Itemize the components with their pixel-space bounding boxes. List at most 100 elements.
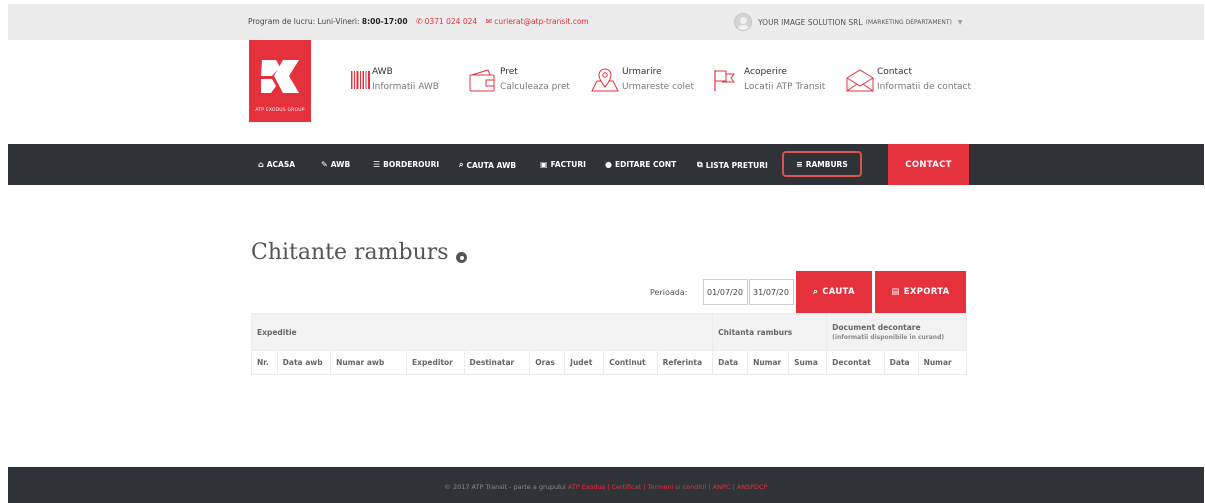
header-item-subtitle: Locatii ATP Transit [744,82,826,92]
search-button[interactable]: ⌕ CAUTA [796,271,872,313]
group-header-expeditie: Expeditie [250,313,714,351]
column-header-nr[interactable]: Nr. [251,350,278,375]
header-item-subtitle: Urmareste colet [622,82,695,92]
header-item-title: Acoperire [744,67,787,77]
header-item-title: Contact [877,67,913,77]
header-item-subtitle: Informatii de contact [877,82,972,92]
column-header-referinta[interactable]: Referinta [656,350,714,375]
avatar [734,13,752,31]
header-item-acoperire[interactable]: Acoperire Locatii ATP Transit [712,65,827,99]
nav-item-cauta-awb[interactable]: ⌕ CAUTA AWB [459,160,516,170]
footer-link-termeni[interactable]: Termeni si conditii [648,483,707,491]
main-nav: ⌂ ACASA ✎ AWB ☰ BORDEROURI ⌕ CAUTA AWB ▣ FACT… [8,144,1204,185]
header-item-pret[interactable]: Pret Calculeaza pret [468,65,578,99]
header-item-awb[interactable]: AWB Informatii AWB [350,65,460,99]
phone-icon: ✆ [415,17,423,26]
search-icon: ⌕ [459,160,464,169]
search-icon: ⌕ [813,287,819,297]
save-icon: ▤ [891,287,900,297]
footer-link-atp-exodus[interactable]: ATP Exodus [568,483,605,491]
pencil-icon: ✎ [321,160,328,169]
nav-item-label: AWB [330,160,351,169]
ramburs-table: Expeditie Chitanta ramburs Document deco… [250,313,968,375]
footer-copyright: © 2017 ATP Transit - parte a grupului [444,483,568,491]
header-item-urmarire[interactable]: Urmarire Urmareste colet [590,65,700,99]
info-icon[interactable] [456,252,467,263]
nav-item-label: EDITARE CONT [614,160,677,169]
group-header-document: Document decontare (informatii disponibi… [826,313,967,351]
invoice-icon: ▣ [540,160,548,169]
working-hours-label: Program de lucru: Luni-Vineri: [248,17,362,26]
group-header-document-label: Document decontare [832,323,921,332]
export-button-label: EXPORTA [903,287,950,297]
column-header-expeditor[interactable]: Expeditor [406,350,465,375]
footer-text: © 2017 ATP Transit - parte a grupului AT… [8,483,1204,491]
nav-item-borderouri[interactable]: ☰ BORDEROURI [373,160,439,169]
column-header-chitanta-data[interactable]: Data [712,350,749,375]
nav-item-label: LISTA PRETURI [705,160,768,170]
footer-link-anpc[interactable]: ANPC [713,483,731,491]
nav-item-label: BORDEROURI [383,160,440,169]
user-name: YOUR IMAGE SOLUTION SRL [758,17,863,27]
nav-item-label: ACASA [266,160,296,169]
column-header-data-awb[interactable]: Data awb [276,350,332,375]
column-header-judet[interactable]: Judet [564,350,605,375]
menu-icon: ≡ [796,159,803,169]
chevron-down-icon: ▼ [957,18,963,26]
user-menu[interactable]: YOUR IMAGE SOLUTION SRL (MARKETING DEPAR… [734,12,962,32]
external-link-icon: ⧉ [697,160,703,169]
flag-icon [714,70,735,91]
footer-link-anspdcp[interactable]: ANSPDCP [737,483,768,491]
nav-item-label: CAUTA AWB [466,160,517,170]
brand-logo[interactable]: ATP EXODUS GROUP [249,40,311,122]
column-header-destinatar[interactable]: Destinatar [463,350,531,375]
header-item-title: Urmarire [622,67,662,77]
export-button[interactable]: ▤ EXPORTA [875,271,966,313]
header-item-subtitle: Calculeaza pret [500,82,570,92]
date-to-input[interactable] [749,279,794,305]
column-header-numar-awb[interactable]: Numar awb [330,350,408,375]
header-item-title: AWB [372,67,393,77]
search-button-label: CAUTA [822,287,855,297]
nav-item-ramburs[interactable]: ≡ RAMBURS [782,151,862,177]
column-header-document-data[interactable]: Data [883,350,919,375]
working-hours-value: 8:00-17:00 [361,17,408,26]
nav-item-facturi[interactable]: ▣ FACTURI [540,160,586,169]
group-header-document-note: (informatii disponibile in curand) [832,334,945,341]
header-item-subtitle: Informatii AWB [372,82,439,92]
contact-info: Program de lucru: Luni-Vineri: 8:00-17:0… [248,17,589,26]
column-header-continut[interactable]: Continut [603,350,658,375]
wallet-icon [469,69,495,92]
home-icon: ⌂ [258,160,264,169]
footer-link-certificat[interactable]: Certificat [611,483,641,491]
user-department: (MARKETING DEPARTAMENT) [865,18,952,26]
envelope-icon [846,69,874,92]
group-header-chitanta: Chitanta ramburs [712,313,828,351]
nav-item-acasa[interactable]: ⌂ ACASA [258,160,295,169]
nav-item-lista-preturi[interactable]: ⧉ LISTA PRETURI [697,160,768,170]
nav-contact-button[interactable]: CONTACT [888,144,969,185]
header-item-title: Pret [500,67,518,77]
top-info-bar: Program de lucru: Luni-Vineri: 8:00-17:0… [8,4,1204,40]
envelope-icon: ✉ [485,17,493,26]
email-link[interactable]: curierat@atp-transit.com [494,17,589,26]
nav-item-awb[interactable]: ✎ AWB [321,160,350,169]
phone-link[interactable]: 0371 024 024 [425,17,478,26]
column-header-decontat[interactable]: Decontat [826,350,885,375]
map-pin-icon [591,68,619,92]
logo-mark-icon [261,60,299,93]
nav-item-editare-cont[interactable]: ● EDITARE CONT [605,160,676,169]
column-header-document-numar[interactable]: Numar [917,350,968,375]
list-icon: ☰ [373,160,381,169]
header-item-contact[interactable]: Contact Informatii de contact [845,65,975,99]
footer: © 2017 ATP Transit - parte a grupului AT… [8,467,1204,503]
page-title: Chitante ramburs [251,240,449,265]
column-header-chitanta-numar[interactable]: Numar [747,350,790,375]
nav-item-label: FACTURI [550,160,586,169]
nav-item-label: RAMBURS [805,159,848,169]
date-from-input[interactable] [703,279,748,305]
column-header-suma[interactable]: Suma [788,350,828,375]
period-label: Perioada: [650,288,688,297]
column-header-oras[interactable]: Oras [529,350,566,375]
logo-text: ATP EXODUS GROUP [255,108,305,113]
